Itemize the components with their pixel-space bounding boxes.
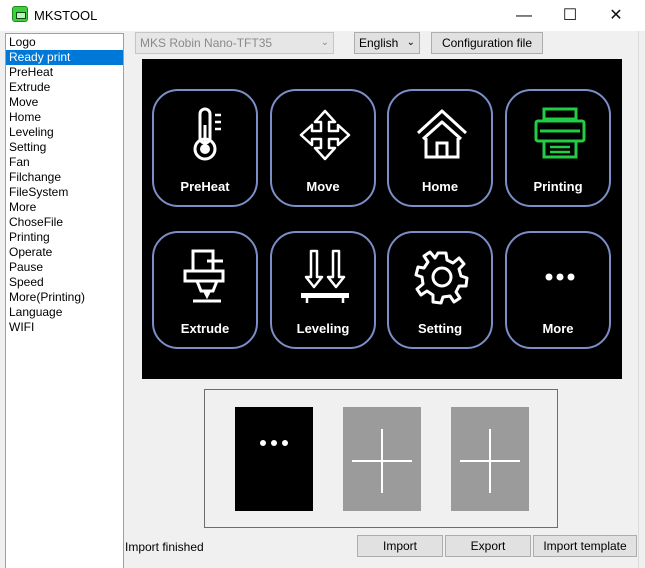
list-item-move[interactable]: Move — [6, 95, 123, 110]
maximize-button[interactable]: ☐ — [547, 0, 593, 31]
board-select: MKS Robin Nano-TFT35 ⌄ — [135, 32, 334, 54]
move-arrows-icon — [299, 109, 351, 161]
tile-label: Extrude — [180, 321, 230, 336]
icon-preview-panel — [204, 389, 558, 528]
language-select-value: English — [359, 36, 399, 50]
list-item-fan[interactable]: Fan — [6, 155, 123, 170]
chevron-down-icon: ⌄ — [320, 37, 329, 48]
tile-leveling[interactable]: Leveling — [270, 231, 376, 349]
more-dots-icon — [260, 440, 288, 446]
tile-printing[interactable]: Printing — [505, 89, 611, 207]
list-item-printing[interactable]: Printing — [6, 230, 123, 245]
list-item-filchange[interactable]: Filchange — [6, 170, 123, 185]
list-item-speed[interactable]: Speed — [6, 275, 123, 290]
list-item-logo[interactable]: Logo — [6, 35, 123, 50]
preview-slot-more[interactable] — [235, 407, 313, 511]
plus-icon — [460, 429, 520, 493]
list-item-more-printing[interactable]: More(Printing) — [6, 290, 123, 305]
leveling-icon — [301, 249, 349, 303]
list-item-chosefile[interactable]: ChoseFile — [6, 215, 123, 230]
list-item-ready-print[interactable]: Ready print — [6, 50, 123, 65]
more-dots-icon — [545, 273, 575, 281]
tile-move[interactable]: Move — [270, 89, 376, 207]
tile-label: Move — [306, 179, 340, 194]
minimize-button[interactable]: — — [501, 0, 547, 31]
status-text: Import finished — [125, 540, 204, 554]
language-select[interactable]: English ⌄ — [354, 32, 420, 54]
import-button[interactable]: Import — [357, 535, 443, 557]
screen-list[interactable]: Logo Ready print PreHeat Extrude Move Home Lev… — [5, 33, 124, 568]
chevron-down-icon: ⌄ — [406, 37, 415, 48]
home-icon — [416, 109, 468, 159]
list-item-home[interactable]: Home — [6, 110, 123, 125]
title-bar: MKSTOOL — ☐ ✕ — [0, 0, 645, 31]
list-item-preheat[interactable]: PreHeat — [6, 65, 123, 80]
thermometer-icon — [193, 107, 221, 161]
list-item-operate[interactable]: Operate — [6, 245, 123, 260]
tile-preheat[interactable]: PreHeat — [152, 89, 258, 207]
list-item-language[interactable]: Language — [6, 305, 123, 320]
preview-slot-add[interactable] — [451, 407, 529, 511]
tile-label: Home — [421, 179, 459, 194]
list-item-filesystem[interactable]: FileSystem — [6, 185, 123, 200]
printer-icon — [534, 107, 586, 159]
import-template-button[interactable]: Import template — [533, 535, 637, 557]
tile-label: More — [542, 321, 574, 336]
tile-label: PreHeat — [180, 179, 230, 194]
tft-screen-preview: PreHeat Move Home Printing Extrude Level… — [142, 59, 622, 379]
tile-extrude[interactable]: Extrude — [152, 231, 258, 349]
window-title: MKSTOOL — [34, 8, 98, 23]
extruder-icon — [183, 249, 225, 303]
close-button[interactable]: ✕ — [593, 0, 639, 31]
tile-label: Printing — [533, 179, 583, 194]
window-edge — [638, 31, 639, 568]
list-item-more[interactable]: More — [6, 200, 123, 215]
app-icon — [12, 6, 28, 22]
configuration-file-button[interactable]: Configuration file — [431, 32, 543, 54]
tile-setting[interactable]: Setting — [387, 231, 493, 349]
preview-slot-add[interactable] — [343, 407, 421, 511]
tile-more[interactable]: More — [505, 231, 611, 349]
tile-label: Setting — [417, 321, 463, 336]
gear-icon — [414, 250, 469, 305]
export-button[interactable]: Export — [445, 535, 531, 557]
list-item-extrude[interactable]: Extrude — [6, 80, 123, 95]
list-item-pause[interactable]: Pause — [6, 260, 123, 275]
tile-home[interactable]: Home — [387, 89, 493, 207]
plus-icon — [352, 429, 412, 493]
list-item-leveling[interactable]: Leveling — [6, 125, 123, 140]
tile-label: Leveling — [296, 321, 350, 336]
board-select-value: MKS Robin Nano-TFT35 — [140, 36, 273, 50]
list-item-wifi[interactable]: WIFI — [6, 320, 123, 335]
list-item-setting[interactable]: Setting — [6, 140, 123, 155]
